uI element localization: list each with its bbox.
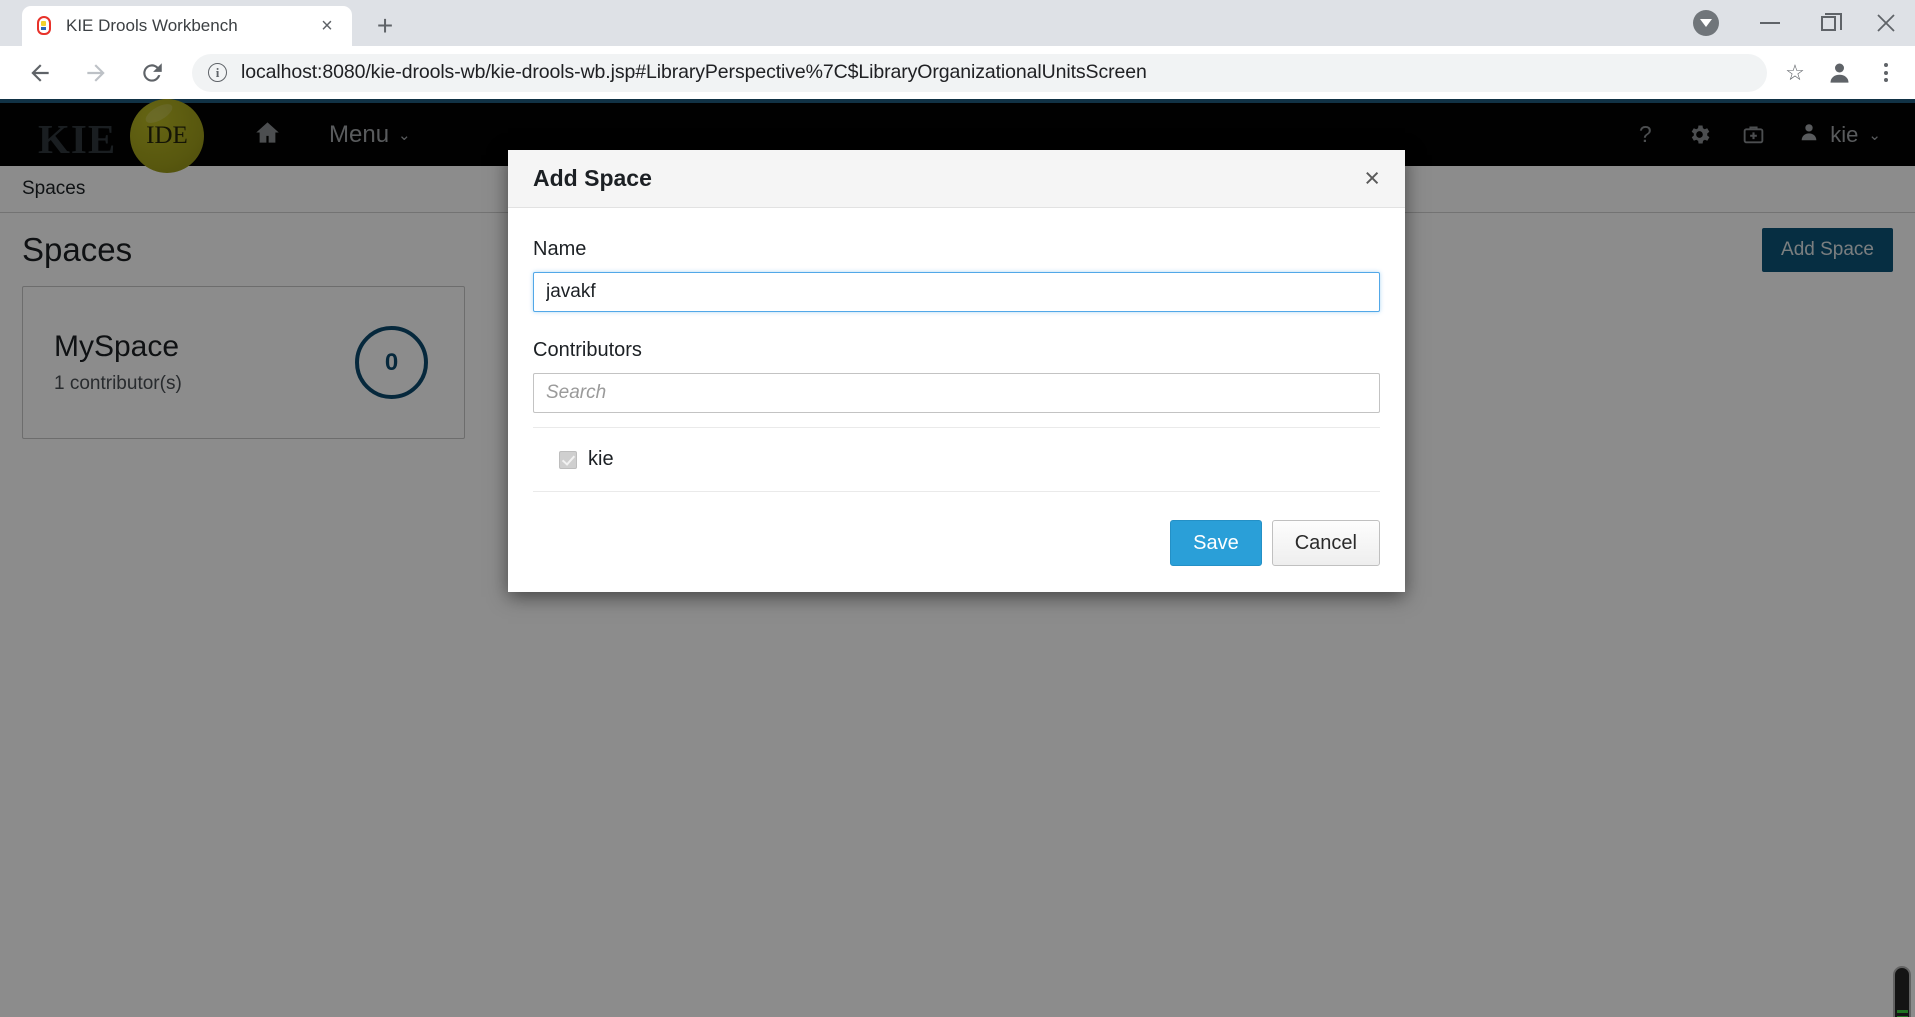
contributor-list-item[interactable]: kie xyxy=(533,428,1380,492)
bookmark-icon[interactable]: ☆ xyxy=(1781,59,1809,87)
forward-button[interactable] xyxy=(72,49,120,97)
download-icon[interactable] xyxy=(1693,10,1719,36)
browser-tab[interactable]: KIE Drools Workbench × xyxy=(22,6,352,46)
modal-footer: Save Cancel xyxy=(508,492,1405,592)
modal-body: Name Contributors kie xyxy=(508,208,1405,492)
name-label: Name xyxy=(533,238,587,260)
tab-strip: KIE Drools Workbench × + xyxy=(0,0,1915,46)
tab-title: KIE Drools Workbench xyxy=(66,16,238,35)
url-text: localhost:8080/kie-drools-wb/kie-drools-… xyxy=(241,61,1147,83)
save-button[interactable]: Save xyxy=(1170,520,1262,566)
modal-title: Add Space xyxy=(533,165,652,191)
add-space-modal: Add Space × Name Contributors kie Save C… xyxy=(508,150,1405,592)
site-info-icon[interactable]: i xyxy=(208,63,227,82)
modal-header: Add Space × xyxy=(508,150,1405,208)
back-button[interactable] xyxy=(16,49,64,97)
space-name-input[interactable] xyxy=(533,272,1380,312)
window-controls xyxy=(1693,0,1915,46)
address-bar[interactable]: i localhost:8080/kie-drools-wb/kie-drool… xyxy=(192,53,1767,92)
contributors-field-group: Contributors xyxy=(533,339,1380,413)
contributor-checkbox[interactable] xyxy=(559,450,577,469)
browser-toolbar: i localhost:8080/kie-drools-wb/kie-drool… xyxy=(0,46,1915,99)
cancel-button[interactable]: Cancel xyxy=(1271,520,1380,566)
minimize-window-button[interactable] xyxy=(1741,0,1799,46)
contributors-label: Contributors xyxy=(533,339,642,361)
new-tab-button[interactable]: + xyxy=(368,9,402,43)
browser-menu-icon[interactable] xyxy=(1869,56,1903,90)
name-field-group: Name xyxy=(533,238,1380,312)
contributor-name: kie xyxy=(588,448,614,470)
contributors-search-input[interactable] xyxy=(533,373,1380,413)
close-window-button[interactable] xyxy=(1857,0,1915,46)
maximize-window-button[interactable] xyxy=(1799,0,1857,46)
close-tab-icon[interactable]: × xyxy=(314,13,340,39)
profile-avatar-icon[interactable] xyxy=(1823,57,1855,89)
reload-button[interactable] xyxy=(128,49,176,97)
browser-window: KIE Drools Workbench × + i localhost:808… xyxy=(0,0,1915,1017)
close-modal-icon[interactable]: × xyxy=(1364,165,1380,192)
drools-favicon-icon xyxy=(34,15,54,37)
